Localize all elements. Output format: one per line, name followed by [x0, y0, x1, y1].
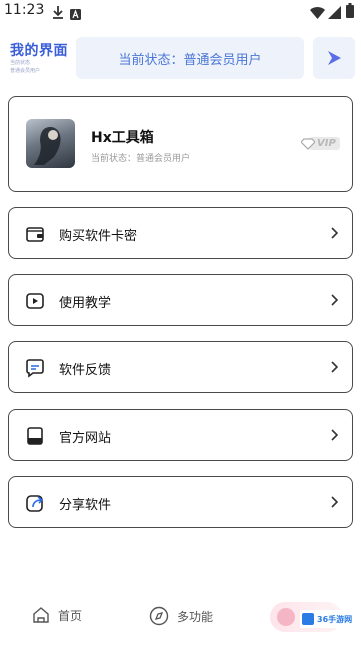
chevron-right-icon	[331, 429, 338, 441]
vip-badge: VIP	[301, 137, 340, 150]
page-title: 我的界面	[10, 43, 68, 59]
diamond-icon	[301, 137, 315, 150]
compass-icon	[149, 606, 169, 626]
notification-a-icon	[70, 5, 81, 24]
share-icon	[26, 495, 44, 512]
menu-item-label: 购买软件卡密	[59, 229, 138, 244]
page-subtitle-member: 普通会员用户	[10, 68, 41, 74]
nav-home[interactable]: 首页	[32, 606, 82, 624]
signal-icon	[328, 4, 341, 23]
menu-item-share[interactable]: 分享软件	[8, 476, 353, 528]
watermark-mark-icon	[302, 613, 314, 625]
chevron-right-icon	[331, 227, 338, 239]
status-banner: 当前状态：普通会员用户	[76, 37, 304, 79]
chevron-right-icon	[331, 361, 338, 373]
menu-item-label: 使用教学	[59, 296, 112, 311]
video-play-icon	[26, 293, 44, 309]
menu-item-label: 分享软件	[59, 498, 112, 513]
play-icon	[328, 51, 341, 65]
profile-screen: 11:23 我的界面 当前状态 普通会员用户 当前状态：普通会员用户 Hx工具箱…	[0, 0, 361, 646]
avatar	[26, 119, 75, 168]
battery-icon	[346, 3, 354, 22]
wallet-icon	[26, 227, 44, 242]
download-icon	[52, 4, 64, 23]
nav-multi-function-label: 多功能	[177, 609, 214, 624]
play-button[interactable]	[313, 37, 355, 79]
profile-card[interactable]: Hx工具箱 当前状态：普通会员用户 VIP	[8, 96, 353, 192]
profile-status: 当前状态：普通会员用户	[91, 154, 191, 164]
status-time: 11:23	[4, 2, 45, 18]
bottom-nav: 首页 多功能 36手游网	[0, 596, 361, 646]
menu-item-buy-key[interactable]: 购买软件卡密	[8, 207, 353, 259]
status-bar: 11:23	[0, 0, 361, 24]
chevron-right-icon	[331, 496, 338, 508]
menu-item-tutorial[interactable]: 使用教学	[8, 274, 353, 326]
profile-name: Hx工具箱	[91, 130, 154, 146]
menu-item-website[interactable]: 官方网站	[8, 409, 353, 461]
watermark-logo: 36手游网	[300, 610, 358, 628]
home-icon	[33, 607, 49, 623]
wifi-icon	[310, 4, 325, 23]
watermark-text: 36手游网	[317, 614, 353, 624]
nav-home-label: 首页	[58, 608, 83, 623]
menu-item-feedback[interactable]: 软件反馈	[8, 341, 353, 393]
book-icon	[27, 427, 43, 445]
nav-multi-function[interactable]: 多功能	[149, 606, 213, 626]
menu-item-label: 官方网站	[59, 431, 112, 446]
chat-bubble-icon	[26, 359, 44, 378]
page-subtitle-status: 当前状态	[10, 60, 31, 66]
mine-icon	[277, 608, 295, 626]
status-banner-text: 当前状态：普通会员用户	[118, 52, 262, 68]
menu-item-label: 软件反馈	[59, 363, 112, 378]
chevron-right-icon	[331, 294, 338, 306]
